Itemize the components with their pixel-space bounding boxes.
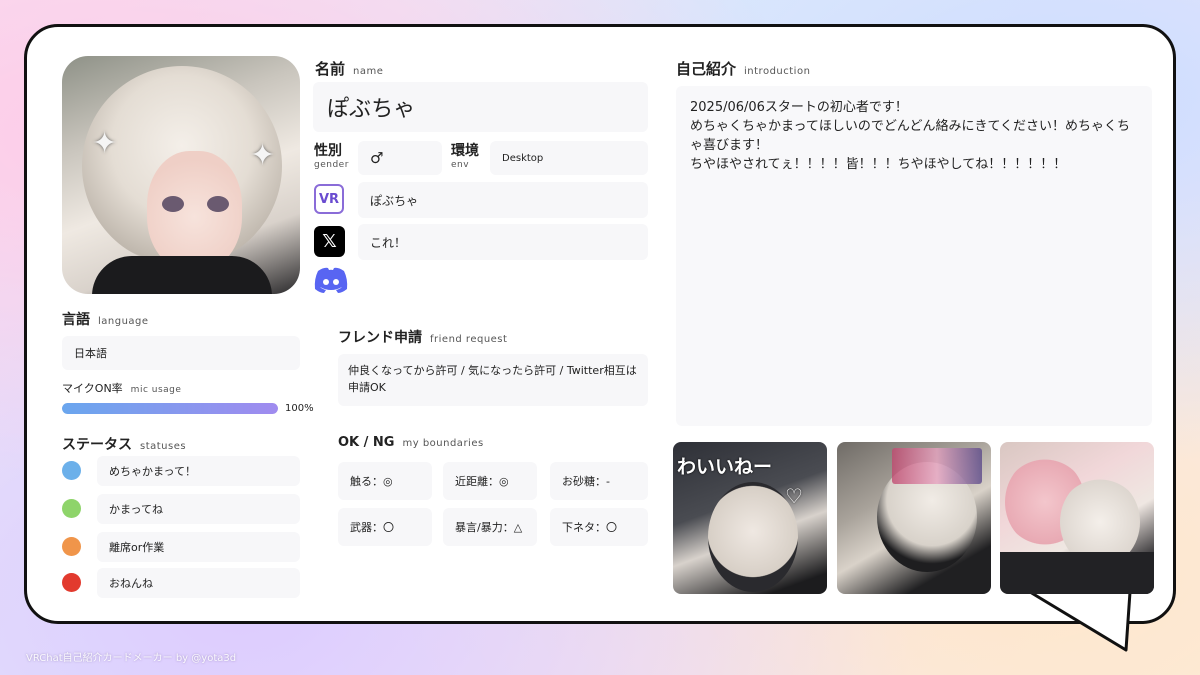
statuses-heading: ステータス statuses (62, 437, 187, 453)
introduction-heading: 自己紹介 introduction (676, 60, 811, 78)
boundary-item: 近距離：◎ (443, 462, 537, 500)
status-dot (62, 573, 81, 592)
introduction-text: 2025/06/06スタートの初心者です！ めちゃくちゃかまってほしいのでどんど… (690, 100, 1131, 172)
name-value: ぽぶちゃ (313, 82, 648, 132)
name-heading: 名前 name (315, 60, 384, 78)
vrchat-id: ぽぶちゃ (358, 182, 648, 218)
boundary-item: 武器：〇 (338, 508, 432, 546)
friend-request-text: 仲良くなってから許可 / 気になったら許可 / Twitter相互は申請OK (338, 354, 648, 406)
language-heading: 言語 language (62, 312, 149, 328)
friend-request-heading: フレンド申請 friend request (338, 330, 508, 346)
gallery-photo-1: わいいねー ♡ (673, 442, 827, 594)
status-label: めちゃかまって！ (97, 456, 300, 486)
x-icon: 𝕏 (314, 226, 345, 257)
status-label: かまってね (97, 494, 300, 524)
boundary-item: 触る：◎ (338, 462, 432, 500)
mic-usage-fill (62, 403, 278, 414)
language-value: 日本語 (62, 336, 300, 370)
status-dot (62, 499, 81, 518)
boundaries-heading: OK / NG my boundaries (338, 435, 484, 450)
discord-id (358, 264, 648, 298)
avatar-photo: ✦ ✦ (62, 56, 300, 294)
env-value: Desktop (490, 141, 648, 175)
env-heading: 環境 env (451, 143, 479, 170)
boundary-item: 下ネタ：〇 (550, 508, 648, 546)
mic-usage-percent: 100% (285, 403, 314, 414)
boundary-item: お砂糖：- (550, 462, 648, 500)
boundary-item: 暴言/暴力：△ (443, 508, 537, 546)
x-id: これ！ (358, 224, 648, 260)
footer-credit: VRChat自己紹介カードメーカー by @yota3d (26, 653, 237, 664)
status-label: 離席or作業 (97, 532, 300, 562)
mic-heading: マイクON率 mic usage (62, 382, 182, 395)
gender-value: ♂ (358, 141, 442, 175)
gallery-photo-2 (837, 442, 991, 594)
sparkle-icon: ✦ (250, 138, 276, 173)
introduction-box: 2025/06/06スタートの初心者です！ めちゃくちゃかまってほしいのでどんど… (676, 86, 1152, 426)
mic-usage-bar (62, 403, 278, 414)
status-label: おねんね (97, 568, 300, 598)
gender-heading: 性別 gender (314, 143, 349, 170)
vrchat-icon: VR (314, 184, 344, 214)
gallery-photo-3 (1000, 442, 1154, 594)
discord-icon (314, 267, 348, 293)
status-dot (62, 461, 81, 480)
sparkle-icon: ✦ (92, 126, 118, 161)
status-dot (62, 537, 81, 556)
